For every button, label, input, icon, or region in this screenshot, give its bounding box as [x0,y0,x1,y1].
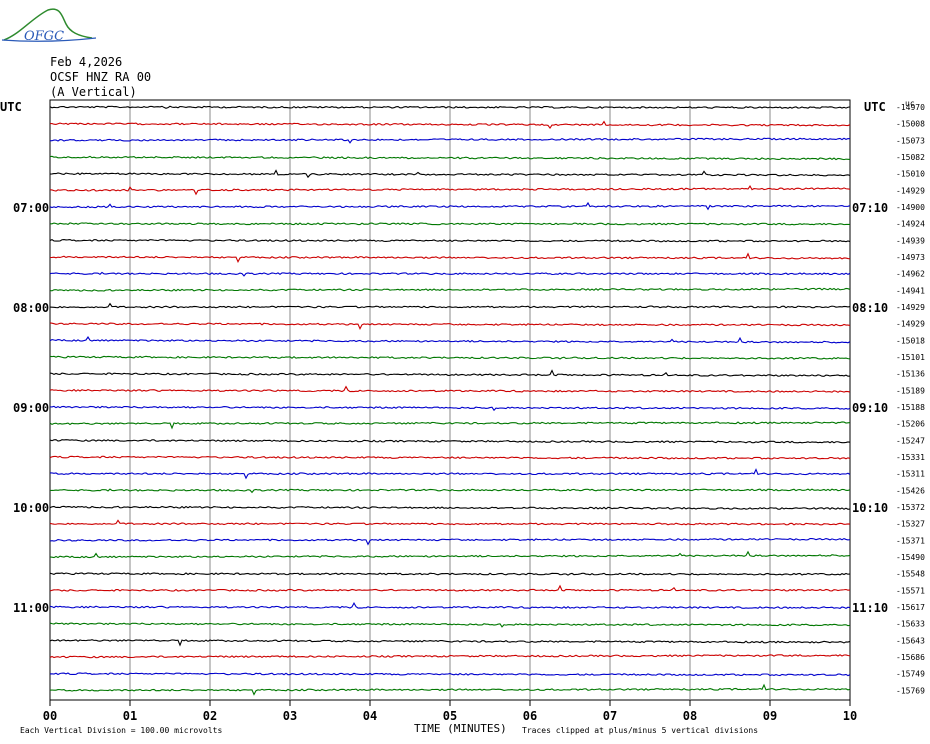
trace-offset-label-7: -14900 [896,203,925,212]
x-tick-label-00: 00 [43,709,57,723]
trace-offset-label-15: -15018 [896,336,925,345]
trace-offset-label-3: -15073 [896,136,925,145]
trace-offset-label-11: -14962 [896,270,925,279]
left-time-label-0900: 09:00 [13,401,49,415]
trace-offset-label-29: -15548 [896,570,925,579]
trace-offset-label-2: -15008 [896,120,925,129]
x-tick-label-07: 07 [603,709,617,723]
trace-offset-labels: -14970 -15008 -15073 -15082 -15010 -14929 -149… [896,103,925,695]
right-time-label-0910: 09:10 [852,401,888,415]
trace-offset-label-13: -14929 [896,303,925,312]
x-axis-title: TIME (MINUTES) [414,722,507,735]
trace-offset-label-27: -15371 [896,536,925,545]
x-tick-label-01: 01 [123,709,137,723]
trace-offset-label-9: -14939 [896,236,925,245]
trace-offset-label-33: -15643 [896,636,925,645]
trace-offset-label-20: -15206 [896,420,925,429]
trace-offset-label-10: -14973 [896,253,925,262]
x-tick-label-04: 04 [363,709,377,723]
left-time-label-1000: 10:00 [13,501,49,515]
left-utc-label: UTC [0,100,22,114]
right-utc-label: UTC [864,100,886,114]
right-time-label-0710: 07:10 [852,201,888,215]
trace-offset-label-26: -15327 [896,520,925,529]
header-station: OCSF HNZ RA 00 [50,70,151,84]
trace-offset-label-6: -14929 [896,186,925,195]
trace-offset-label-30: -15571 [896,586,925,595]
trace-offset-label-12: -14941 [896,286,925,295]
right-time-labels: 07:10 08:10 09:10 10:10 11:10 [852,201,888,615]
trace-offset-label-16: -15101 [896,353,925,362]
clip-note: Traces clipped at plus/minus 5 vertical … [522,726,758,735]
x-axis-ticks: 00 01 02 03 04 05 06 07 08 09 10 [43,700,857,723]
trace-offset-label-8: -14924 [896,220,925,229]
trace-offset-label-19: -15188 [896,403,925,412]
left-time-label-0800: 08:00 [13,301,49,315]
trace-offset-label-14: -14929 [896,320,925,329]
left-time-labels: 07:00 08:00 09:00 10:00 11:00 [13,201,49,615]
right-time-label-1010: 10:10 [852,501,888,515]
x-tick-label-06: 06 [523,709,537,723]
trace-offset-label-17: -15136 [896,370,925,379]
trace-offset-label-23: -15311 [896,470,925,479]
trace-offset-label-1: -14970 [896,103,925,112]
trace-offset-label-35: -15749 [896,670,925,679]
header-component: (A Vertical) [50,85,137,99]
trace-offset-label-31: -15617 [896,603,925,612]
x-tick-label-10: 10 [843,709,857,723]
right-time-label-1110: 11:10 [852,601,888,615]
vertical-division-note: Each Vertical Division = 100.00 microvol… [20,726,222,735]
x-tick-label-09: 09 [763,709,777,723]
trace-offset-label-22: -15331 [896,453,925,462]
trace-offset-label-34: -15686 [896,653,925,662]
trace-offset-label-36: -15769 [896,686,925,695]
trace-offset-label-5: -15010 [896,170,925,179]
header-date: Feb 4,2026 [50,55,122,69]
x-tick-label-08: 08 [683,709,697,723]
left-time-label-1100: 11:00 [13,601,49,615]
x-tick-label-03: 03 [283,709,297,723]
trace-offset-label-4: -15082 [896,153,925,162]
x-tick-label-05: 05 [443,709,457,723]
right-time-label-0810: 08:10 [852,301,888,315]
ofgc-logo: OFGC [1,8,97,44]
trace-offset-label-28: -15490 [896,553,925,562]
trace-offset-label-21: -15247 [896,436,925,445]
logo-text: OFGC [24,29,64,44]
trace-offset-label-32: -15633 [896,620,925,629]
trace-offset-label-18: -15189 [896,386,925,395]
left-time-label-0700: 07:00 [13,201,49,215]
trace-offset-label-24: -15426 [896,486,925,495]
trace-offset-label-25: -15372 [896,503,925,512]
x-tick-label-02: 02 [203,709,217,723]
seismogram-plot: OFGC Feb 4,2026 OCSF HNZ RA 00 (A Vertic… [0,8,925,735]
